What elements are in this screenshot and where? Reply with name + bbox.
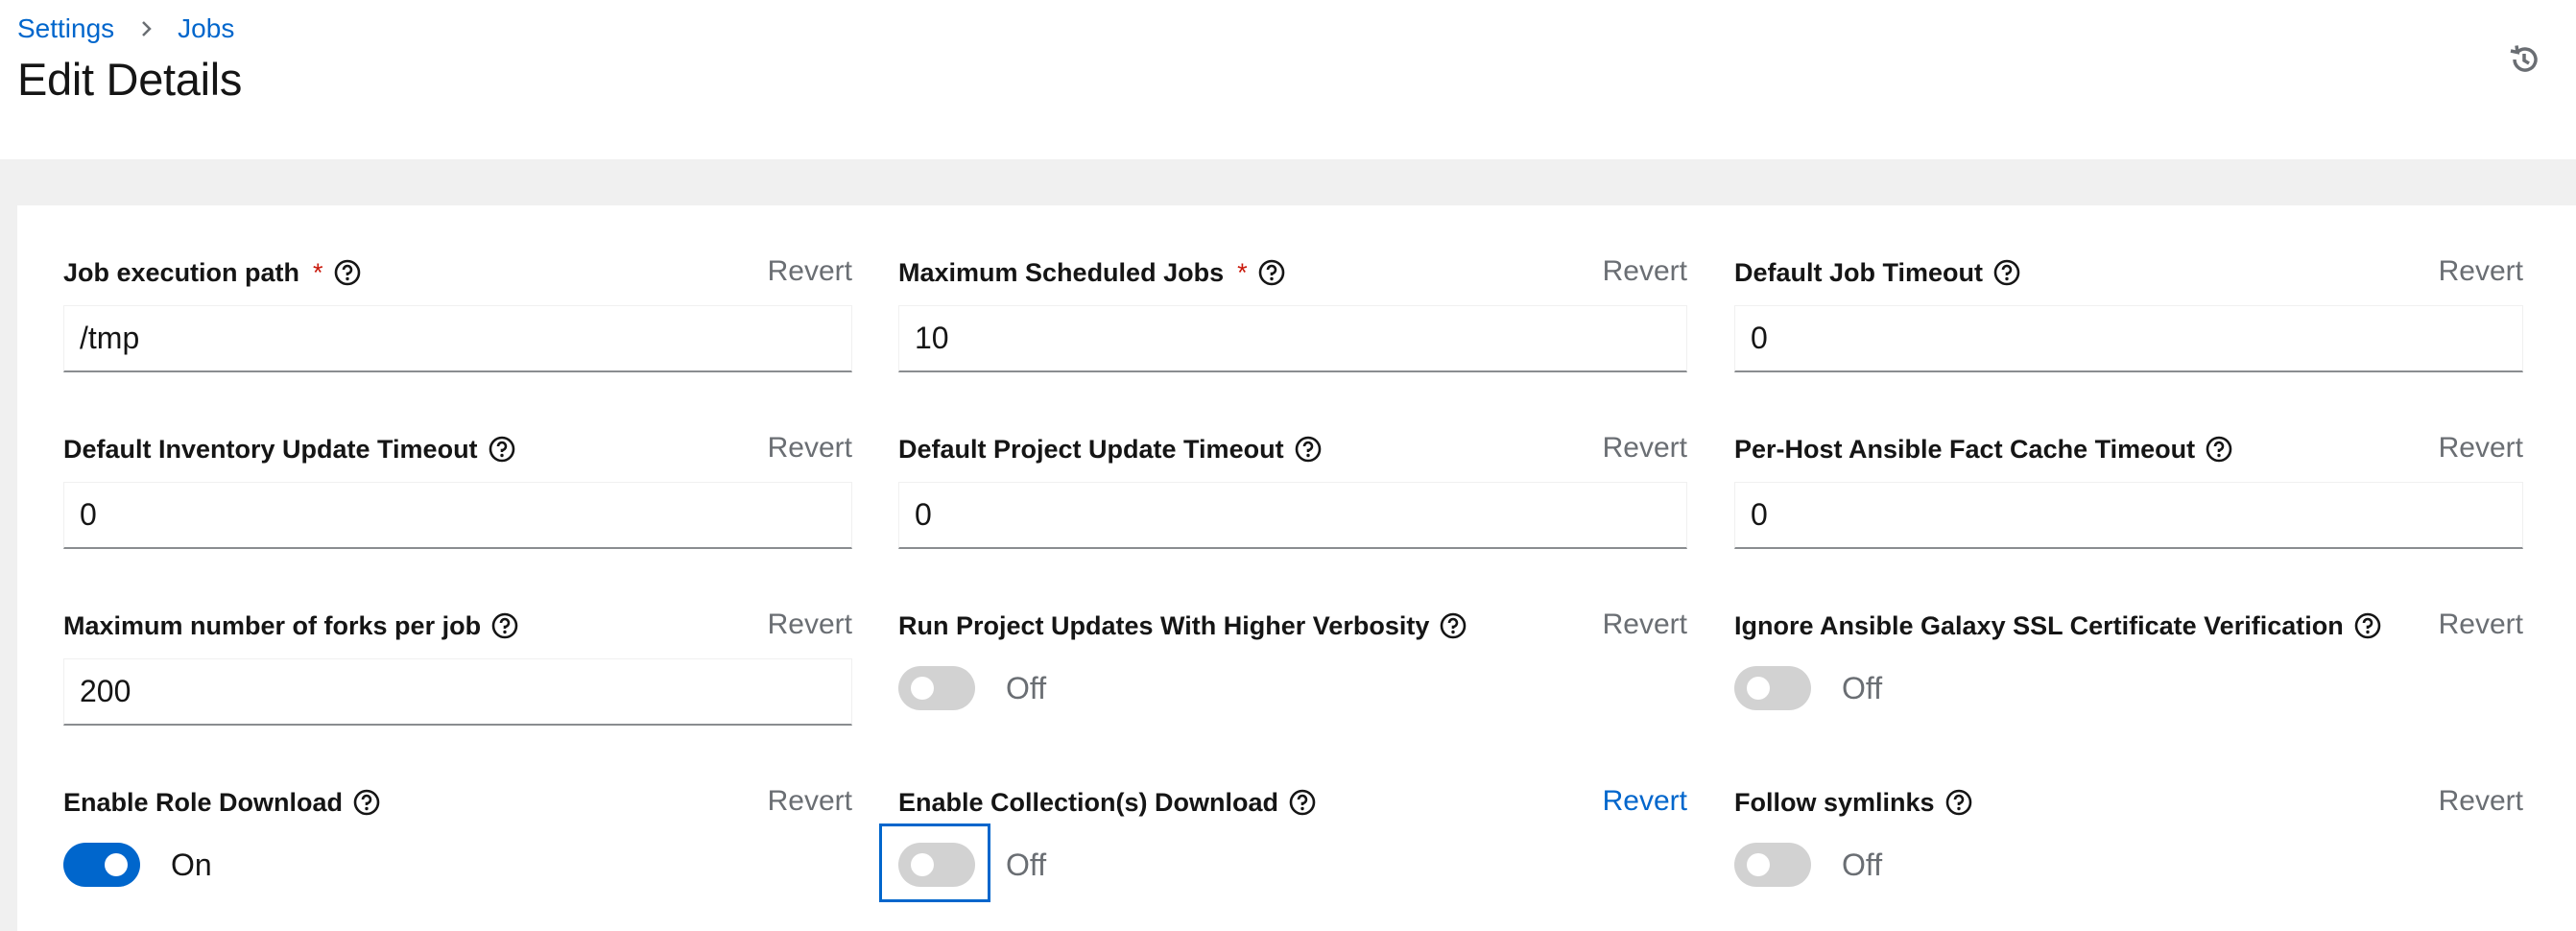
field-label: Default Job Timeout xyxy=(1734,257,1984,287)
help-circle-icon[interactable] xyxy=(488,435,516,464)
revert-button[interactable]: Revert xyxy=(768,785,852,818)
field-max-scheduled-jobs: Maximum Scheduled Jobs * Revert 10 xyxy=(898,251,1687,376)
default-job-timeout-input[interactable]: 0 xyxy=(1734,305,2523,372)
revert-button[interactable]: Revert xyxy=(768,609,852,641)
revert-button[interactable]: Revert xyxy=(1603,432,1687,465)
help-circle-icon[interactable] xyxy=(1992,258,2021,287)
field-label: Job execution path xyxy=(63,257,300,287)
field-label: Follow symlinks xyxy=(1734,787,1935,817)
field-label: Maximum Scheduled Jobs xyxy=(898,257,1225,287)
required-marker: * xyxy=(1237,257,1248,287)
field-label: Enable Collection(s) Download xyxy=(898,787,1279,817)
job-execution-path-input[interactable]: /tmp xyxy=(63,305,852,372)
max-scheduled-jobs-input[interactable]: 10 xyxy=(898,305,1687,372)
per-host-fact-cache-timeout-input[interactable]: 0 xyxy=(1734,482,2523,549)
field-follow-symlinks: Follow symlinks Revert Off xyxy=(1734,781,2523,906)
revert-button[interactable]: Revert xyxy=(1603,255,1687,288)
breadcrumb-jobs[interactable]: Jobs xyxy=(178,13,234,44)
field-job-execution-path: Job execution path * Revert /tmp xyxy=(63,251,852,376)
enable-role-download-toggle[interactable] xyxy=(63,843,140,887)
help-circle-icon[interactable] xyxy=(1944,788,1973,817)
revert-button[interactable]: Revert xyxy=(768,255,852,288)
history-icon[interactable] xyxy=(2505,40,2543,79)
field-label: Run Project Updates With Higher Verbosit… xyxy=(898,610,1430,640)
revert-button[interactable]: Revert xyxy=(1603,785,1687,818)
help-circle-icon[interactable] xyxy=(1257,258,1286,287)
toggle-state-label: On xyxy=(171,847,212,882)
field-per-host-fact-cache-timeout: Per-Host Ansible Fact Cache Timeout Reve… xyxy=(1734,428,2523,553)
revert-button[interactable]: Revert xyxy=(2439,785,2523,818)
field-label: Per-Host Ansible Fact Cache Timeout xyxy=(1734,434,2196,464)
max-forks-per-job-input[interactable]: 200 xyxy=(63,658,852,726)
required-marker: * xyxy=(313,257,323,287)
field-max-forks-per-job: Maximum number of forks per job Revert 2… xyxy=(63,605,852,729)
help-circle-icon[interactable] xyxy=(333,258,362,287)
toggle-state-label: Off xyxy=(1006,847,1047,882)
help-circle-icon[interactable] xyxy=(2353,611,2382,640)
revert-button[interactable]: Revert xyxy=(2439,609,2523,641)
page-header: Settings Jobs Edit Details xyxy=(0,0,2576,159)
chevron-right-icon xyxy=(141,20,153,37)
field-default-project-update-timeout: Default Project Update Timeout Revert 0 xyxy=(898,428,1687,553)
follow-symlinks-toggle[interactable] xyxy=(1734,843,1811,887)
field-ignore-galaxy-ssl: Ignore Ansible Galaxy SSL Certificate Ve… xyxy=(1734,605,2523,729)
field-label: Ignore Ansible Galaxy SSL Certificate Ve… xyxy=(1734,610,2344,640)
ignore-galaxy-ssl-toggle[interactable] xyxy=(1734,666,1811,710)
default-inventory-update-timeout-input[interactable]: 0 xyxy=(63,482,852,549)
field-default-inventory-update-timeout: Default Inventory Update Timeout Revert … xyxy=(63,428,852,553)
help-circle-icon[interactable] xyxy=(1288,788,1317,817)
field-run-project-updates-verbosity: Run Project Updates With Higher Verbosit… xyxy=(898,605,1687,729)
field-enable-role-download: Enable Role Download Revert On xyxy=(63,781,852,906)
help-circle-icon[interactable] xyxy=(490,611,519,640)
toggle-state-label: Off xyxy=(1842,847,1883,882)
toggle-state-label: Off xyxy=(1006,670,1047,705)
field-default-job-timeout: Default Job Timeout Revert 0 xyxy=(1734,251,2523,376)
help-circle-icon[interactable] xyxy=(2205,435,2233,464)
help-circle-icon[interactable] xyxy=(352,788,381,817)
breadcrumb-settings[interactable]: Settings xyxy=(17,13,114,44)
help-circle-icon[interactable] xyxy=(1294,435,1323,464)
default-project-update-timeout-input[interactable]: 0 xyxy=(898,482,1687,549)
revert-button[interactable]: Revert xyxy=(768,432,852,465)
field-label: Enable Role Download xyxy=(63,787,344,817)
field-label: Maximum number of forks per job xyxy=(63,610,482,640)
field-enable-collections-download: Enable Collection(s) Download Revert Off xyxy=(879,781,1687,906)
breadcrumb: Settings Jobs xyxy=(17,13,234,44)
revert-button[interactable]: Revert xyxy=(2439,255,2523,288)
settings-form-card: Job execution path * Revert /tmp Maximum… xyxy=(17,205,2576,931)
revert-button[interactable]: Revert xyxy=(1603,609,1687,641)
enable-collections-download-toggle[interactable] xyxy=(898,843,975,887)
field-label: Default Inventory Update Timeout xyxy=(63,434,478,464)
run-project-updates-verbosity-toggle[interactable] xyxy=(898,666,975,710)
help-circle-icon[interactable] xyxy=(1439,611,1467,640)
page-title: Edit Details xyxy=(17,54,243,105)
revert-button[interactable]: Revert xyxy=(2439,432,2523,465)
field-label: Default Project Update Timeout xyxy=(898,434,1284,464)
toggle-state-label: Off xyxy=(1842,670,1883,705)
